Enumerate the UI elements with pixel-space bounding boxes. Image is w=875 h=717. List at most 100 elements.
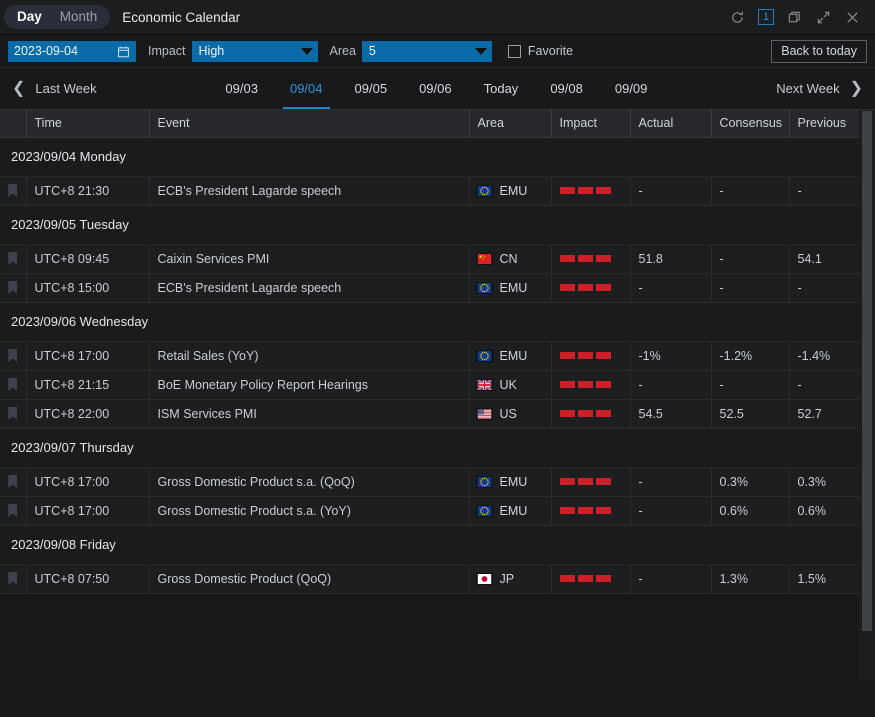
column-header-consensus[interactable]: Consensus [711,110,789,137]
event-impact [551,399,630,428]
event-name[interactable]: BoE Monetary Policy Report Hearings [149,370,469,399]
bookmark-icon[interactable] [8,572,17,585]
bookmark-icon[interactable] [8,407,17,420]
table-row[interactable]: UTC+8 17:00Gross Domestic Product s.a. (… [0,496,859,525]
bookmark-cell[interactable] [0,467,26,496]
column-header-previous[interactable]: Previous [789,110,859,137]
event-name[interactable]: Gross Domestic Product s.a. (YoY) [149,496,469,525]
impact-bar [596,187,611,194]
bookmark-icon[interactable] [8,349,17,362]
refresh-icon[interactable] [729,9,746,26]
table-row[interactable]: UTC+8 09:45Caixin Services PMI CN51.8-54… [0,244,859,273]
bookmark-cell[interactable] [0,370,26,399]
column-header-bookmark[interactable] [0,110,26,137]
bookmark-icon[interactable] [8,252,17,265]
bookmark-icon[interactable] [8,504,17,517]
column-header-event[interactable]: Event [149,110,469,137]
day-tab[interactable]: 09/04 [274,68,339,109]
day-tab[interactable]: 09/06 [403,68,468,109]
event-name[interactable]: Gross Domestic Product (QoQ) [149,564,469,593]
impact-rating [560,187,622,194]
bookmark-icon[interactable] [8,378,17,391]
table-row[interactable]: UTC+8 07:50Gross Domestic Product (QoQ) J… [0,564,859,593]
event-name[interactable]: ECB's President Lagarde speech [149,273,469,302]
area-flag-wrapper: JP [476,572,543,586]
day-tab[interactable]: 09/03 [209,68,274,109]
table-row[interactable]: UTC+8 17:00Gross Domestic Product s.a. (… [0,467,859,496]
table-row[interactable]: UTC+8 22:00ISM Services PMI US54.552.552… [0,399,859,428]
eu-flag [476,476,493,488]
column-header-area[interactable]: Area [469,110,551,137]
event-previous: - [789,273,859,302]
event-impact [551,341,630,370]
view-mode-toggle[interactable]: Day Month [4,5,110,29]
bookmark-cell[interactable] [0,244,26,273]
back-to-today-button[interactable]: Back to today [771,40,867,63]
column-header-impact[interactable]: Impact [551,110,630,137]
event-name[interactable]: Gross Domestic Product s.a. (QoQ) [149,467,469,496]
column-header-actual[interactable]: Actual [630,110,711,137]
tab-day[interactable]: Day [8,6,51,28]
bookmark-icon[interactable] [8,281,17,294]
bookmark-cell[interactable] [0,564,26,593]
event-time: UTC+8 17:00 [26,341,149,370]
event-area: EMU [469,341,551,370]
window-count-badge[interactable]: 1 [758,9,774,25]
bookmark-cell[interactable] [0,399,26,428]
bookmark-cell[interactable] [0,273,26,302]
event-name[interactable]: ECB's President Lagarde speech [149,176,469,205]
checkbox-box[interactable] [508,45,521,58]
table-row[interactable]: UTC+8 21:15BoE Monetary Policy Report He… [0,370,859,399]
page-title: Economic Calendar [122,10,240,25]
date-input[interactable]: 2023-09-04 [8,41,136,62]
calendar-icon[interactable] [117,45,130,58]
next-week-button[interactable]: Next Week ❯ [764,68,875,109]
favorite-checkbox[interactable]: Favorite [508,44,573,58]
event-consensus: - [711,244,789,273]
day-tab[interactable]: 09/05 [339,68,404,109]
bookmark-cell[interactable] [0,341,26,370]
day-tab[interactable]: Today [468,68,535,109]
event-name[interactable]: ISM Services PMI [149,399,469,428]
day-tab[interactable]: 09/09 [599,68,664,109]
table-row[interactable]: UTC+8 21:30ECB's President Lagarde speec… [0,176,859,205]
event-consensus: 0.6% [711,496,789,525]
event-time: UTC+8 21:30 [26,176,149,205]
impact-bar [560,352,575,359]
event-time: UTC+8 07:50 [26,564,149,593]
area-select[interactable]: 5 [362,41,492,62]
event-previous: - [789,176,859,205]
chevron-down-icon [475,48,487,55]
event-time: UTC+8 17:00 [26,467,149,496]
vertical-scrollbar[interactable] [859,110,875,680]
impact-rating [560,507,622,514]
impact-select[interactable]: High [192,41,318,62]
duplicate-window-icon[interactable] [786,9,803,26]
close-icon[interactable] [844,9,861,26]
column-header-time[interactable]: Time [26,110,149,137]
bookmark-icon[interactable] [8,475,17,488]
scrollbar-thumb[interactable] [862,111,872,631]
uk-flag [476,379,493,391]
bookmark-cell[interactable] [0,496,26,525]
economic-calendar-table: TimeEventAreaImpactActualConsensusPrevio… [0,110,860,594]
bookmark-cell[interactable] [0,176,26,205]
event-actual: -1% [630,341,711,370]
table-header-row: TimeEventAreaImpactActualConsensusPrevio… [0,110,859,137]
date-input-value: 2023-09-04 [14,44,117,58]
title-bar: Day Month Economic Calendar 1 [0,0,875,35]
last-week-button[interactable]: ❮ Last Week [0,68,109,109]
impact-bar [578,187,593,194]
impact-bar [560,478,575,485]
table-row[interactable]: UTC+8 17:00Retail Sales (YoY)EMU-1%-1.2%… [0,341,859,370]
impact-bar [578,575,593,582]
day-tab[interactable]: 09/08 [534,68,599,109]
event-impact [551,467,630,496]
tab-month[interactable]: Month [51,6,107,28]
table-body: 2023/09/04 MondayUTC+8 21:30ECB's Presid… [0,137,859,593]
bookmark-icon[interactable] [8,184,17,197]
event-name[interactable]: Retail Sales (YoY) [149,341,469,370]
table-row[interactable]: UTC+8 15:00ECB's President Lagarde speec… [0,273,859,302]
event-name[interactable]: Caixin Services PMI [149,244,469,273]
expand-icon[interactable] [815,9,832,26]
